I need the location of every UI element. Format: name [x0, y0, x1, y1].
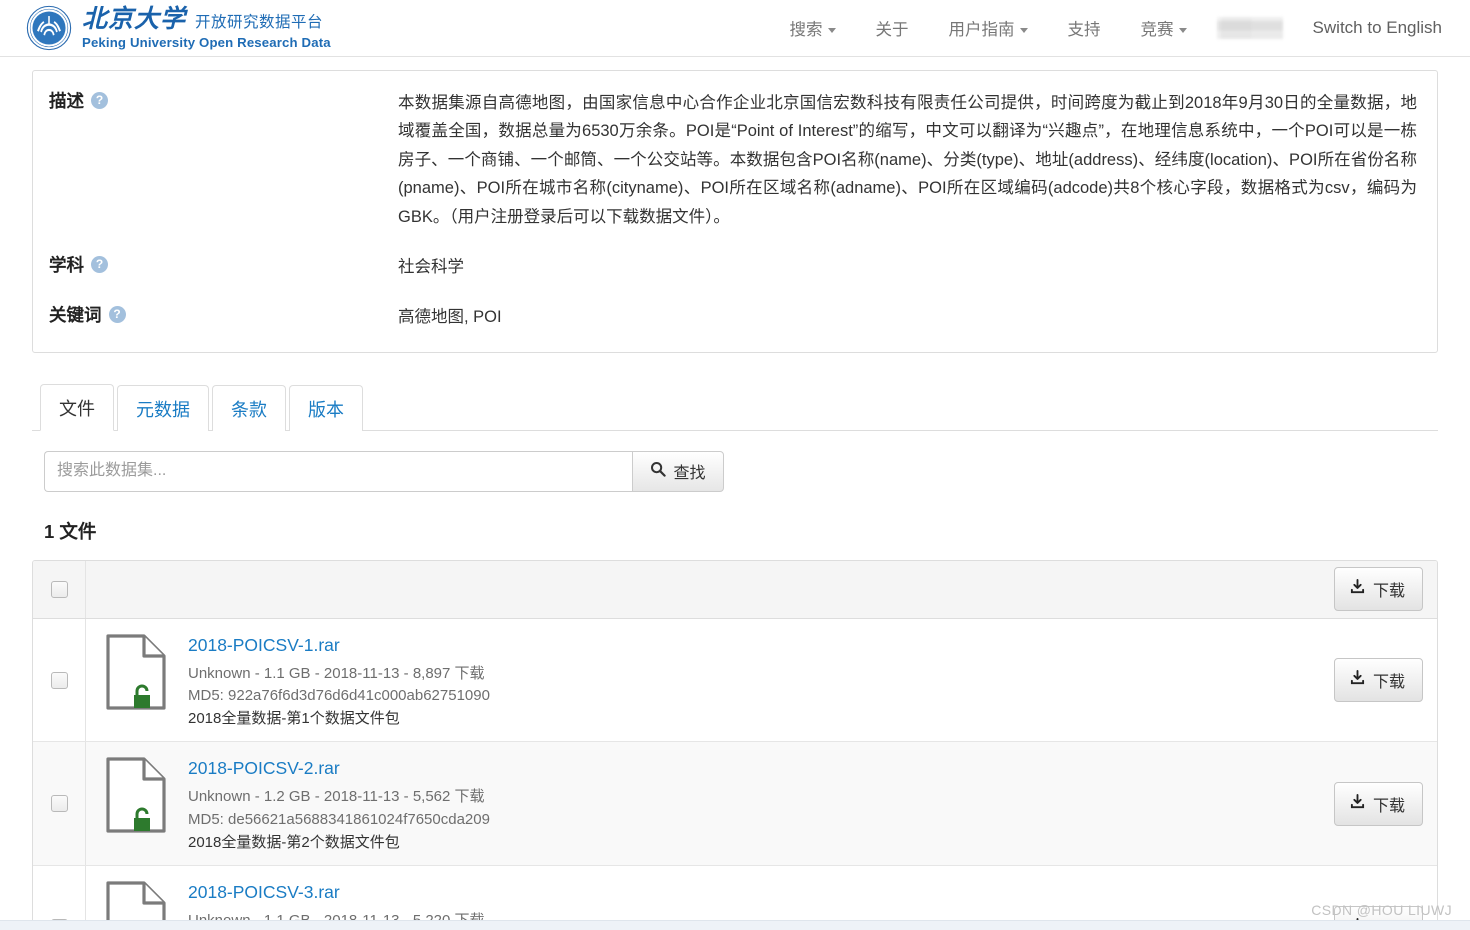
row-download-button[interactable]: 下载	[1333, 781, 1423, 826]
info-value-description: 本数据集源自高德地图，由国家信息中心合作企业北京国信宏数科技有限责任公司提供，时…	[398, 94, 1417, 226]
brand-title-cn: 北京大学	[82, 4, 187, 34]
nav-item-redacted[interactable]	[1216, 17, 1283, 39]
file-sub-info: Unknown - 1.1 GB - 2018-11-13 - 8,897 下载	[188, 664, 485, 682]
file-description: 2018全量数据-第2个数据文件包	[188, 833, 400, 851]
table-row: 2018-POICSV-1.rar Unknown - 1.1 GB - 201…	[33, 618, 1437, 743]
info-label-text: 描述	[49, 91, 84, 111]
files-count-heading: 1 文件	[44, 520, 97, 542]
row-download-button[interactable]: 下载	[1333, 658, 1423, 702]
nav-item-user-guide[interactable]: 用户指南	[929, 10, 1048, 46]
file-rar-icon	[104, 633, 188, 730]
nav-item-about[interactable]: 关于	[856, 10, 929, 46]
nav-item-label: 关于	[875, 21, 909, 39]
file-sub-info: Unknown - 1.2 GB - 2018-11-13 - 5,562 下载	[188, 788, 485, 806]
row-select-cell	[33, 618, 86, 742]
download-icon	[1350, 579, 1365, 599]
nav-item-label: 用户指南	[948, 21, 1015, 39]
main-nav: 搜索 关于 用户指南 支持 竞赛 Switch to English	[770, 10, 1446, 46]
tab-metadata[interactable]: 元数据	[117, 384, 209, 431]
chevron-down-icon	[827, 27, 836, 33]
brand-title-en: Peking University Open Research Data	[82, 35, 331, 51]
nav-item-support[interactable]: 支持	[1048, 10, 1121, 46]
nav-item-competition[interactable]: 竞赛	[1121, 10, 1207, 46]
info-label-keywords: 关键词 ?	[33, 303, 398, 331]
tab-versions[interactable]: 版本	[289, 384, 363, 431]
nav-item-label: 支持	[1067, 21, 1101, 39]
row-select-cell	[33, 742, 86, 866]
nav-item-label: 竞赛	[1140, 21, 1174, 39]
dataset-tabs: 文件 元数据 条款 版本	[32, 383, 1438, 431]
peking-university-seal-icon	[26, 5, 72, 51]
download-selected-button[interactable]: 下载	[1333, 567, 1423, 612]
nav-item-search[interactable]: 搜索	[770, 10, 856, 46]
chevron-down-icon	[1019, 27, 1028, 33]
nav-item-label: 搜索	[789, 21, 823, 39]
download-button-label: 下载	[1372, 797, 1405, 815]
switch-language-link[interactable]: Switch to English	[1299, 12, 1446, 44]
page-body: 描述 ? 本数据集源自高德地图，由国家信息中心合作企业北京国信宏数科技有限责任公…	[0, 57, 1470, 930]
info-label-subject: 学科 ?	[33, 253, 398, 281]
file-name-link[interactable]: 2018-POICSV-3.rar	[188, 882, 340, 902]
info-value-keywords: 高德地图, POI	[398, 308, 502, 327]
download-button-label: 下载	[1372, 674, 1405, 691]
download-icon	[1350, 670, 1365, 690]
file-table: 下载 2018-POICSV-1.rar Unknown - 1.1 GB - …	[32, 559, 1438, 930]
info-label-text: 关键词	[49, 305, 102, 326]
info-label-description: 描述 ?	[33, 89, 398, 231]
row-checkbox[interactable]	[50, 671, 68, 689]
info-row-subject: 学科 ? 社会科学	[33, 253, 1437, 281]
dataset-tabs-wrap: 文件 元数据 条款 版本	[32, 383, 1438, 431]
file-md5: MD5: de56621a5688341861024f7650cda209	[188, 810, 490, 828]
help-icon[interactable]: ?	[91, 92, 108, 109]
file-description: 2018全量数据-第1个数据文件包	[188, 710, 400, 728]
info-row-keywords: 关键词 ? 高德地图, POI	[33, 303, 1437, 331]
select-all-checkbox[interactable]	[50, 580, 68, 598]
file-md5: MD5: 922a76f6d3d76d6d41c000ab62751090	[188, 686, 490, 704]
help-icon[interactable]: ?	[108, 306, 126, 324]
file-name-link[interactable]: 2018-POICSV-2.rar	[188, 758, 340, 778]
search-button[interactable]: 查找	[632, 450, 724, 492]
search-icon	[650, 461, 667, 482]
search-input[interactable]	[44, 450, 632, 492]
file-name-link[interactable]: 2018-POICSV-1.rar	[188, 635, 340, 655]
file-table-header: 下载	[33, 560, 1437, 619]
file-rar-icon	[104, 756, 188, 853]
dataset-search-row: 查找	[44, 450, 724, 492]
help-icon[interactable]: ?	[91, 255, 108, 273]
dataset-info-panel: 描述 ? 本数据集源自高德地图，由国家信息中心合作企业北京国信宏数科技有限责任公…	[32, 70, 1438, 353]
tab-terms[interactable]: 条款	[212, 384, 286, 431]
tab-files[interactable]: 文件	[40, 383, 114, 431]
download-icon	[1350, 793, 1365, 814]
info-label-text: 学科	[49, 254, 84, 275]
site-header: 北京大学 开放研究数据平台 Peking University Open Res…	[0, 0, 1470, 57]
row-checkbox[interactable]	[50, 795, 68, 813]
select-all-cell	[33, 560, 86, 618]
brand-subtitle-cn: 开放研究数据平台	[195, 14, 324, 32]
info-row-description: 描述 ? 本数据集源自高德地图，由国家信息中心合作企业北京国信宏数科技有限责任公…	[33, 89, 1437, 231]
search-button-label: 查找	[673, 465, 706, 483]
brand-logo[interactable]: 北京大学 开放研究数据平台 Peking University Open Res…	[26, 5, 331, 51]
download-button-label: 下载	[1372, 583, 1405, 601]
table-row: 2018-POICSV-2.rar Unknown - 1.2 GB - 201…	[33, 742, 1437, 867]
chevron-down-icon	[1178, 27, 1187, 33]
info-value-subject: 社会科学	[398, 257, 464, 276]
page-bottom-strip	[0, 920, 1470, 930]
